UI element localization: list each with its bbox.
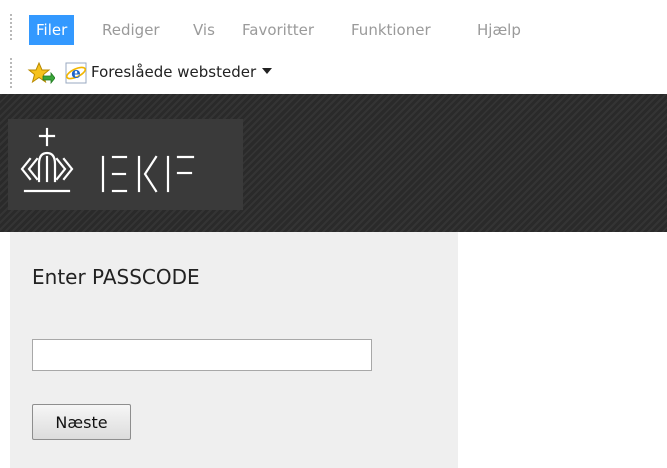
suggested-sites-label: Foreslåede websteder: [91, 63, 257, 81]
toolbar-grip[interactable]: [10, 14, 15, 40]
favorites-bar: e Foreslåede websteder: [0, 54, 667, 94]
menu-item-filer[interactable]: Filer: [29, 15, 75, 45]
caret-down-icon: [262, 67, 273, 74]
menu-item-favoritter[interactable]: Favoritter: [235, 15, 321, 45]
passcode-input[interactable]: [32, 339, 372, 371]
next-button[interactable]: Næste: [32, 404, 131, 440]
page-title: Enter PASSCODE: [32, 265, 200, 289]
suggested-sites-link[interactable]: Foreslåede websteder: [91, 61, 273, 83]
ie-e-icon: e: [65, 62, 87, 84]
ekf-logo: [8, 119, 243, 210]
toolbar-grip[interactable]: [10, 58, 15, 88]
svg-text:e: e: [71, 64, 81, 82]
menu-item-funktioner[interactable]: Funktioner: [344, 15, 438, 45]
menu-item-hjaelp[interactable]: Hjælp: [470, 15, 528, 45]
favorites-star-icon[interactable]: [27, 62, 55, 86]
login-panel: Enter PASSCODE Næste: [10, 232, 458, 468]
menu-bar: Filer Rediger Vis Favoritter Funktioner …: [0, 0, 667, 45]
header-banner: [0, 94, 667, 232]
menu-item-vis[interactable]: Vis: [186, 15, 222, 45]
menu-item-rediger[interactable]: Rediger: [95, 15, 167, 45]
crown-icon: [20, 127, 195, 193]
